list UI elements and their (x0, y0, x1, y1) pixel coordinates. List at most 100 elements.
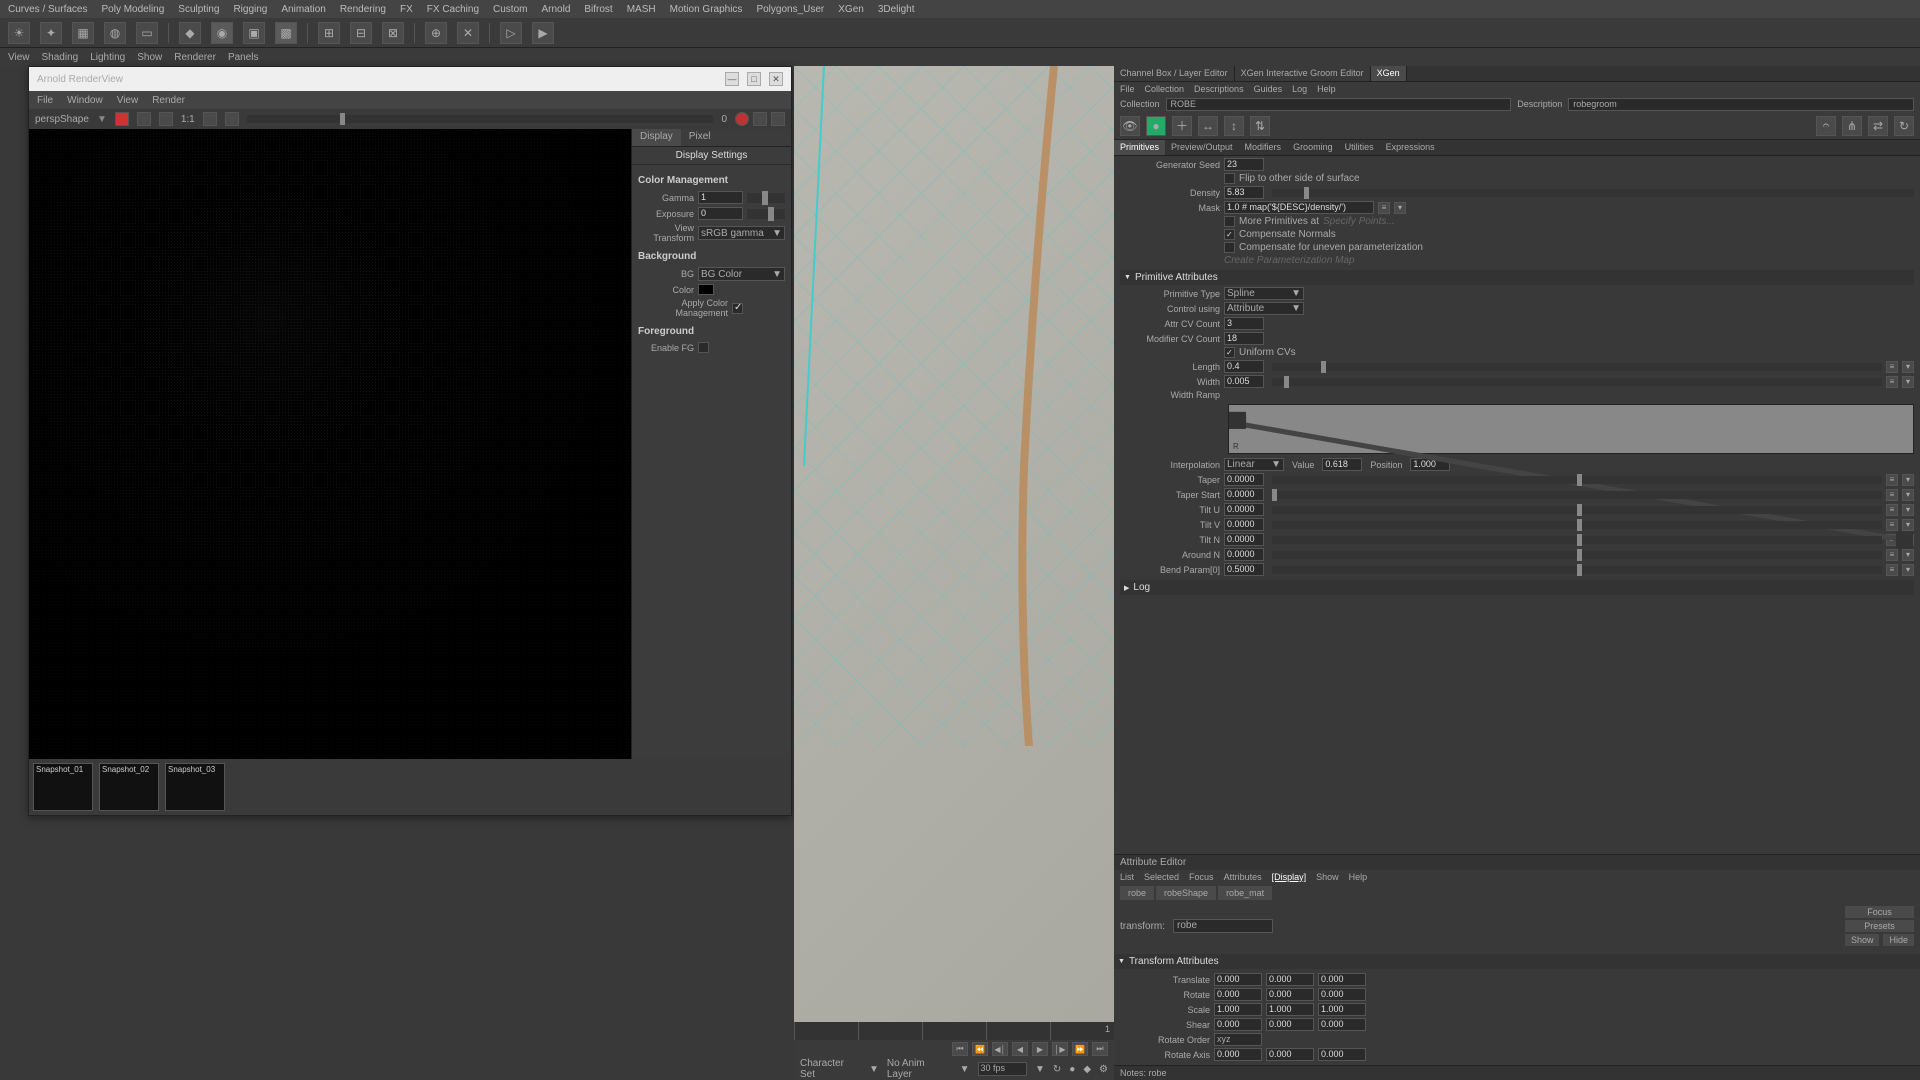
raz-input[interactable]: 0.000 (1318, 1048, 1366, 1061)
presets-button[interactable]: Presets (1845, 920, 1914, 932)
vm-lighting[interactable]: Lighting (90, 52, 125, 63)
spot-light-icon[interactable]: ◍ (104, 22, 126, 44)
snapshot-thumb[interactable]: Snapshot_01 (33, 763, 93, 811)
sun-icon[interactable]: ☀ (8, 22, 30, 44)
tab-channelbox[interactable]: Channel Box / Layer Editor (1114, 66, 1235, 81)
ptype-select[interactable]: Spline▼ (1224, 287, 1304, 300)
sx-input[interactable]: 1.000 (1214, 1003, 1262, 1016)
rv-file[interactable]: File (37, 95, 53, 106)
flip-checkbox[interactable] (1224, 173, 1235, 184)
bp-slider[interactable] (1272, 566, 1882, 574)
len-slider[interactable] (1272, 363, 1882, 371)
grid3-icon[interactable]: ⊠ (382, 22, 404, 44)
material-icon[interactable]: ◆ (179, 22, 201, 44)
ry-input[interactable]: 0.000 (1266, 988, 1314, 1001)
brush-icon[interactable]: ● (1146, 116, 1166, 136)
tab-pixel[interactable]: Pixel (681, 129, 719, 146)
compu-checkbox[interactable] (1224, 242, 1235, 253)
step-fwd-button[interactable]: │▶ (1052, 1042, 1068, 1056)
loop-icon[interactable]: ↻ (1053, 1064, 1061, 1075)
tab-utilities[interactable]: Utilities (1339, 140, 1380, 155)
menu-fx[interactable]: FX (400, 4, 413, 15)
fps-select[interactable]: 30 fps (978, 1062, 1027, 1076)
camera-name[interactable]: perspShape (35, 114, 89, 125)
key-icon[interactable]: ◆ (1083, 1064, 1091, 1075)
tn-slider[interactable] (1272, 536, 1882, 544)
play-back-button[interactable]: ◀ (1012, 1042, 1028, 1056)
ae-help[interactable]: Help (1349, 872, 1368, 882)
grid1-icon[interactable]: ⊞ (318, 22, 340, 44)
taper-slider[interactable] (1272, 476, 1882, 484)
area-light-icon[interactable]: ▭ (136, 22, 158, 44)
vm-panels[interactable]: Panels (228, 52, 259, 63)
compn-checkbox[interactable] (1224, 229, 1235, 240)
ae-tab-robe[interactable]: robe (1120, 886, 1154, 900)
refresh-icon[interactable] (159, 112, 173, 126)
time-slider[interactable]: 1 (794, 1022, 1114, 1040)
coll-select[interactable]: ROBE (1166, 98, 1512, 111)
ae-display[interactable]: [Display] (1272, 872, 1307, 882)
menu-polyuser[interactable]: Polygons_User (756, 4, 824, 15)
slider-handle[interactable] (340, 113, 345, 125)
refresh-icon[interactable]: ↻ (1894, 116, 1914, 136)
minimize-button[interactable]: — (725, 72, 739, 86)
tx-input[interactable]: 0.000 (1214, 973, 1262, 986)
pref-icon[interactable]: ⚙ (1099, 1064, 1108, 1075)
density-input[interactable]: 5.83 (1224, 186, 1264, 199)
xg-file[interactable]: File (1120, 84, 1135, 94)
ae-selected[interactable]: Selected (1144, 872, 1179, 882)
transform-attrs-section[interactable]: Transform Attributes (1114, 954, 1920, 969)
add-guide-icon[interactable]: ＋ (1172, 116, 1192, 136)
shz-input[interactable]: 0.000 (1318, 1018, 1366, 1031)
step-fwd-key-button[interactable]: ⏩ (1072, 1042, 1088, 1056)
target-icon[interactable]: ⊕ (425, 22, 447, 44)
menu-rig[interactable]: Rigging (233, 4, 267, 15)
gamma-input[interactable]: 1 (698, 191, 743, 204)
transfer-icon[interactable]: ⇄ (1868, 116, 1888, 136)
ipr-icon[interactable]: ▶ (532, 22, 554, 44)
xg-log[interactable]: Log (1292, 84, 1307, 94)
tab-expressions[interactable]: Expressions (1380, 140, 1441, 155)
exposure-slider[interactable] (747, 209, 786, 219)
menu-xgen[interactable]: XGen (838, 4, 864, 15)
ae-tab-robeshape[interactable]: robeShape (1156, 886, 1216, 900)
tu-slider[interactable] (1272, 506, 1882, 514)
rv-view[interactable]: View (117, 95, 139, 106)
ae-focus[interactable]: Focus (1189, 872, 1214, 882)
stop-icon[interactable] (137, 112, 151, 126)
tab-modifiers[interactable]: Modifiers (1239, 140, 1288, 155)
flip-icon[interactable]: ⇅ (1250, 116, 1270, 136)
menu-fxcache[interactable]: FX Caching (427, 4, 479, 15)
rv-window[interactable]: Window (67, 95, 103, 106)
sz-input[interactable]: 1.000 (1318, 1003, 1366, 1016)
show-button[interactable]: Show (1845, 934, 1880, 946)
snapshot-thumb[interactable]: Snapshot_02 (99, 763, 159, 811)
menu-bifrost[interactable]: Bifrost (584, 4, 612, 15)
step-back-button[interactable]: ◀│ (992, 1042, 1008, 1056)
play-fwd-button[interactable]: ▶ (1032, 1042, 1048, 1056)
close-button[interactable]: ✕ (769, 72, 783, 86)
menu-sculpt[interactable]: Sculpting (178, 4, 219, 15)
go-end-button[interactable]: ⏭ (1092, 1042, 1108, 1056)
ray-input[interactable]: 0.000 (1266, 1048, 1314, 1061)
gamma-slider[interactable] (747, 193, 786, 203)
menu-3delight[interactable]: 3Delight (878, 4, 915, 15)
menu-custom[interactable]: Custom (493, 4, 527, 15)
density-slider[interactable] (1272, 189, 1914, 197)
menu-mash[interactable]: MASH (627, 4, 656, 15)
cube-icon[interactable]: ▦ (72, 22, 94, 44)
animlayer-select[interactable]: No Anim Layer (887, 1058, 952, 1080)
rz-input[interactable]: 0.000 (1318, 988, 1366, 1001)
xg-collection[interactable]: Collection (1145, 84, 1185, 94)
menu-polymodel[interactable]: Poly Modeling (101, 4, 164, 15)
play-icon[interactable] (115, 112, 129, 126)
chevron-down-icon[interactable]: ▾ (1902, 376, 1914, 388)
ratio-label[interactable]: 1:1 (181, 114, 195, 125)
globe-icon[interactable]: ◉ (211, 22, 233, 44)
tv-slider[interactable] (1272, 521, 1882, 529)
move-icon[interactable]: ↔ (1198, 116, 1218, 136)
fg-checkbox[interactable] (698, 342, 709, 353)
camera-icon[interactable]: ▣ (243, 22, 265, 44)
merge-icon[interactable]: 𝄐 (1816, 116, 1836, 136)
render-icon[interactable]: ▷ (500, 22, 522, 44)
